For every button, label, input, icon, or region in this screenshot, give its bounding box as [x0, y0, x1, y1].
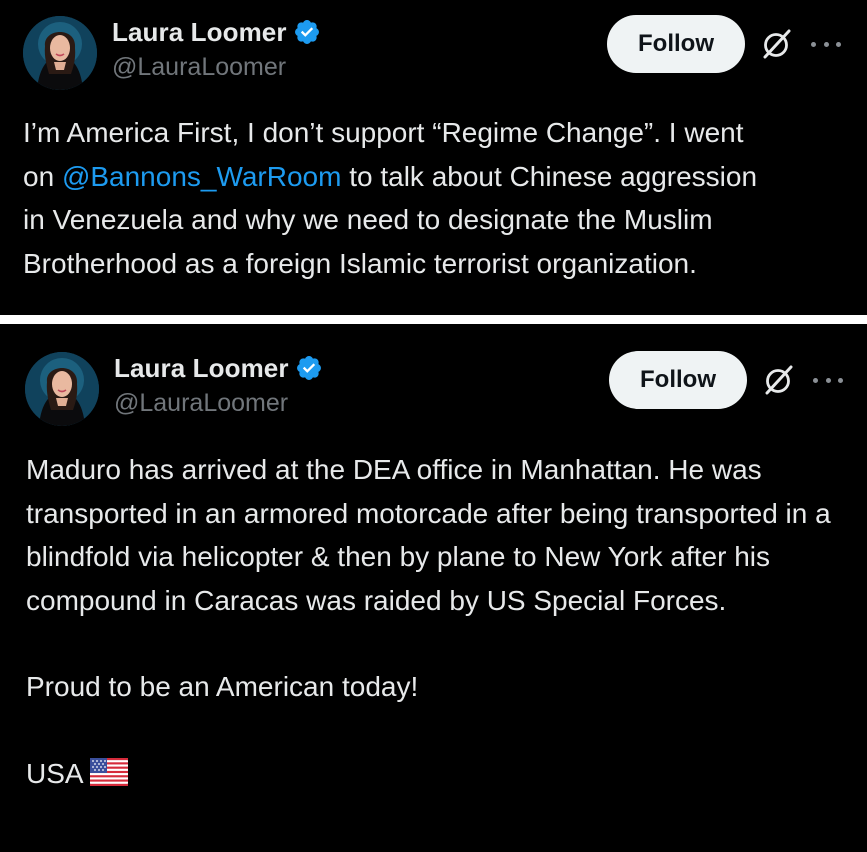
verified-badge-icon[interactable]: [293, 18, 321, 46]
author-handle[interactable]: @LauraLoomer: [114, 389, 288, 418]
avatar[interactable]: [23, 16, 97, 90]
grok-icon[interactable]: [762, 363, 796, 397]
tweet-text-line: Brotherhood as a foreign Islamic terrori…: [23, 247, 697, 279]
display-name[interactable]: Laura Loomer: [112, 17, 287, 48]
grok-icon[interactable]: [760, 27, 794, 61]
author-handle[interactable]: @LauraLoomer: [112, 53, 286, 82]
follow-button[interactable]: Follow: [607, 15, 745, 73]
tweet-text: Maduro has arrived at the DEA office in …: [26, 448, 854, 798]
mention-link[interactable]: @Bannons_WarRoom: [62, 161, 342, 192]
follow-button[interactable]: Follow: [609, 351, 747, 409]
more-dot: [823, 41, 829, 47]
more-options-icon[interactable]: [813, 370, 843, 390]
author-name-row[interactable]: Laura Loomer: [112, 17, 321, 47]
tweet-text: I’m America First, I don’t support “Regi…: [23, 111, 853, 285]
tweet-text-line: on @Bannons_WarRoom to talk about Chines…: [23, 155, 853, 199]
display-name[interactable]: Laura Loomer: [114, 353, 289, 384]
tweet-text-fragment: USA: [26, 757, 84, 789]
avatar[interactable]: [25, 352, 99, 426]
tweet-text-fragment: to talk about Chinese aggression: [341, 160, 758, 192]
tweet-text-line: in Venezuela and why we need to designat…: [23, 204, 713, 235]
verified-badge-icon[interactable]: [295, 354, 323, 382]
more-dot: [838, 377, 843, 383]
more-dot: [813, 377, 818, 383]
tweet-paragraph: Proud to be an American today!: [26, 671, 419, 702]
tweet-card: Laura Loomer @LauraLoomer Follow I’m Ame…: [0, 0, 867, 315]
more-dot: [811, 41, 816, 47]
author-name-row[interactable]: Laura Loomer: [114, 353, 323, 383]
tweet-paragraph-last: USA: [26, 752, 854, 799]
separator: [0, 315, 867, 324]
more-options-icon[interactable]: [811, 34, 841, 54]
more-dot: [836, 41, 841, 47]
us-flag-icon: [89, 755, 128, 799]
tweet-text-fragment: on: [23, 160, 62, 192]
tweet-paragraph: Maduro has arrived at the DEA office in …: [26, 454, 831, 616]
more-dot: [825, 377, 831, 383]
tweet-card: Laura Loomer @LauraLoomer Follow Maduro …: [0, 324, 867, 852]
tweet-text-line: I’m America First, I don’t support “Regi…: [23, 117, 744, 148]
